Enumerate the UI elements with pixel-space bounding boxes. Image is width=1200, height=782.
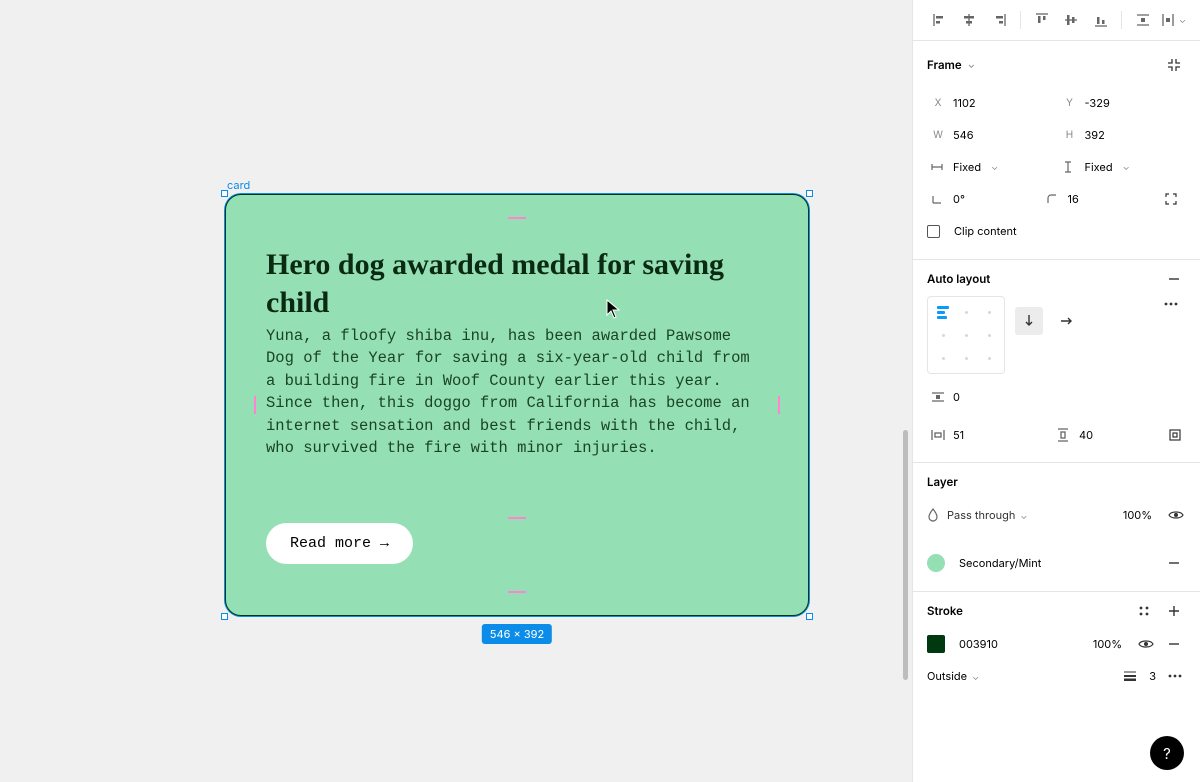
stroke-swatch[interactable]	[927, 635, 945, 653]
align-bot-center[interactable]	[956, 348, 976, 368]
vertical-resize-icon	[1063, 161, 1077, 173]
stroke-more-icon[interactable]	[1168, 674, 1186, 678]
padding-indicator-bottom	[508, 591, 526, 593]
remove-auto-layout-icon[interactable]	[1168, 273, 1186, 285]
selection-handle-sw[interactable]	[221, 613, 228, 620]
align-mid-left[interactable]	[933, 325, 953, 345]
padding-horizontal-field[interactable]: 51	[927, 420, 1043, 450]
design-panel: ⌄ Frame⌄ X1102 Y-329 W546 H392	[912, 0, 1200, 782]
card-body: Yuna, a floofy shiba inu, has been award…	[266, 325, 768, 460]
separator	[1121, 11, 1122, 29]
visibility-icon[interactable]	[1168, 509, 1186, 521]
align-bottom-icon[interactable]	[1088, 8, 1114, 32]
align-bot-left[interactable]	[933, 348, 953, 368]
stroke-title: Stroke	[927, 604, 963, 618]
layer-opacity-field[interactable]: 100%	[1123, 508, 1152, 522]
read-more-button[interactable]: Read more →	[266, 523, 413, 564]
fill-swatch[interactable]	[927, 554, 945, 572]
stroke-position-dropdown[interactable]: Outside ⌄	[927, 669, 1119, 683]
canvas[interactable]: card Hero dog awarded medal for saving c…	[0, 0, 912, 782]
distribute-icon[interactable]	[1130, 8, 1156, 32]
padding-indicator-top	[508, 217, 526, 219]
clip-content-checkbox[interactable]	[927, 225, 940, 238]
padding-v-icon	[1057, 428, 1071, 442]
gap-icon	[931, 391, 945, 403]
align-mid-right[interactable]	[979, 325, 999, 345]
frame-section: Frame⌄ X1102 Y-329 W546 H392 Fixed	[913, 41, 1200, 260]
align-bot-right[interactable]	[979, 348, 999, 368]
stroke-hex-field[interactable]: 003910	[959, 637, 1089, 651]
radius-icon	[1046, 193, 1060, 205]
align-right-icon[interactable]	[986, 8, 1012, 32]
selection-handle-nw[interactable]	[221, 190, 228, 197]
selection-handle-ne[interactable]	[806, 190, 813, 197]
align-left-icon[interactable]	[927, 8, 953, 32]
fill-style-name[interactable]: Secondary/Mint	[959, 556, 1164, 570]
direction-vertical-button[interactable]	[1015, 307, 1043, 335]
help-button[interactable]: ?	[1150, 736, 1184, 770]
layer-section: Layer Pass through ⌄ 100% Secondary/Mint	[913, 463, 1200, 592]
width-field[interactable]: W546	[927, 120, 1055, 150]
align-h-center-icon[interactable]	[957, 8, 983, 32]
padding-indicator-middle	[508, 517, 526, 519]
independent-corners-icon[interactable]	[1156, 184, 1186, 214]
dimensions-badge: 546 × 392	[482, 624, 552, 644]
padding-vertical-field[interactable]: 40	[1053, 420, 1154, 450]
align-top-center[interactable]	[956, 302, 976, 322]
detach-style-icon[interactable]	[1168, 557, 1186, 569]
height-field[interactable]: H392	[1059, 120, 1187, 150]
remove-stroke-icon[interactable]	[1168, 638, 1186, 650]
auto-layout-more-icon[interactable]	[1164, 296, 1182, 306]
horizontal-resize-icon	[931, 162, 945, 172]
x-field[interactable]: X1102	[927, 88, 1055, 118]
stroke-weight-field[interactable]: 3	[1149, 669, 1156, 683]
resize-to-fit-icon[interactable]	[1162, 53, 1186, 77]
stroke-section: Stroke 003910 100%	[913, 592, 1200, 704]
stroke-weight-icon	[1123, 671, 1137, 681]
scrollbar-thumb[interactable]	[903, 430, 908, 680]
padding-h-icon	[931, 429, 945, 441]
stroke-opacity-field[interactable]: 100%	[1093, 637, 1122, 651]
align-mid-center[interactable]	[956, 325, 976, 345]
layer-title: Layer	[927, 475, 958, 489]
auto-layout-title: Auto layout	[927, 272, 990, 286]
frame-type-dropdown[interactable]: Frame⌄	[927, 58, 975, 72]
auto-layout-section: Auto layout	[913, 260, 1200, 463]
blend-mode-dropdown[interactable]: Pass through ⌄	[947, 508, 1119, 522]
alignment-grid[interactable]	[927, 296, 1005, 374]
scrollbar[interactable]	[900, 430, 910, 730]
corner-radius-field[interactable]: 16	[1042, 184, 1153, 214]
height-mode-dropdown[interactable]: Fixed⌄	[1059, 152, 1187, 182]
align-top-right[interactable]	[979, 302, 999, 322]
padding-indicator-right	[778, 396, 780, 414]
align-v-center-icon[interactable]	[1058, 8, 1084, 32]
gap-field[interactable]: 0	[927, 382, 1154, 412]
selection-handle-se[interactable]	[806, 613, 813, 620]
align-toolbar: ⌄	[913, 0, 1200, 41]
frame-label[interactable]: card	[227, 178, 250, 192]
direction-horizontal-button[interactable]	[1053, 307, 1081, 335]
clip-content-label: Clip content	[954, 224, 1017, 238]
separator	[1020, 11, 1021, 29]
stroke-visibility-icon[interactable]	[1138, 638, 1156, 650]
cursor-icon	[606, 299, 620, 317]
card-frame[interactable]: Hero dog awarded medal for saving child …	[225, 194, 809, 616]
card-title: Hero dog awarded medal for saving child	[266, 246, 768, 321]
independent-padding-icon[interactable]	[1164, 420, 1186, 450]
add-stroke-icon[interactable]	[1168, 605, 1186, 617]
blend-icon	[927, 508, 943, 522]
padding-indicator-left	[254, 396, 256, 414]
distribute-more-icon[interactable]: ⌄	[1160, 8, 1186, 32]
align-top-icon[interactable]	[1029, 8, 1055, 32]
y-field[interactable]: Y-329	[1059, 88, 1187, 118]
angle-icon	[931, 193, 945, 205]
width-mode-dropdown[interactable]: Fixed⌄	[927, 152, 1055, 182]
stroke-style-icon[interactable]	[1138, 605, 1156, 617]
rotation-field[interactable]: 0°	[927, 184, 1038, 214]
align-top-left[interactable]	[933, 302, 953, 322]
